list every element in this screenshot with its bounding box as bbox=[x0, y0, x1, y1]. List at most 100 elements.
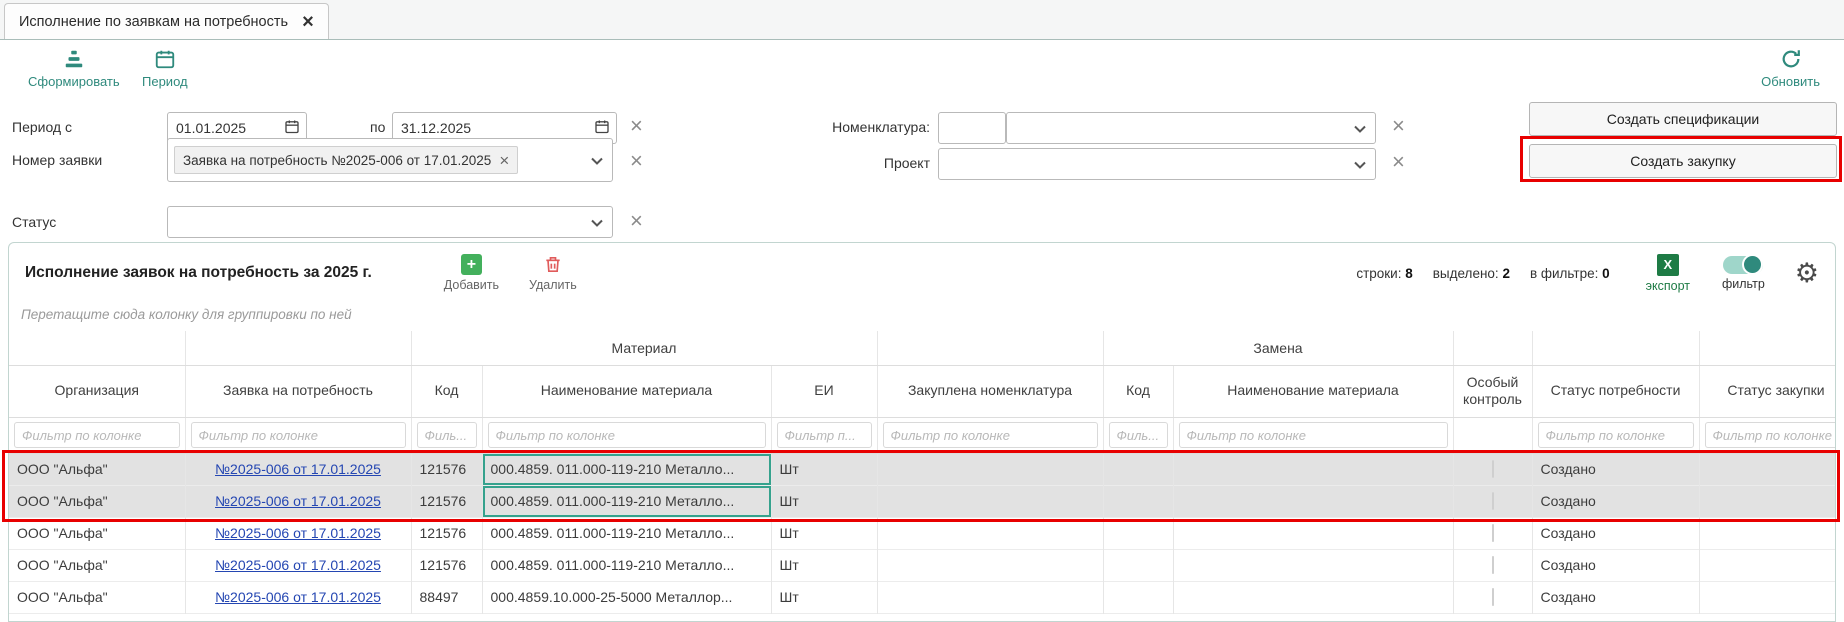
cell-special-control[interactable] bbox=[1453, 549, 1532, 581]
cell-code[interactable]: 121576 bbox=[411, 517, 482, 549]
cell-organization[interactable]: ООО "Альфа" bbox=[9, 549, 185, 581]
cell-purchase-status[interactable] bbox=[1699, 581, 1836, 613]
toggle-on-icon[interactable] bbox=[1723, 256, 1763, 274]
table-row[interactable]: ООО "Альфа" №2025-006 от 17.01.2025 1215… bbox=[9, 517, 1836, 549]
create-purchase-button[interactable]: Создать закупку bbox=[1529, 144, 1837, 178]
cell-request[interactable]: №2025-006 от 17.01.2025 bbox=[185, 581, 411, 613]
cell-organization[interactable]: ООО "Альфа" bbox=[9, 581, 185, 613]
cell-need-status[interactable]: Создано bbox=[1532, 517, 1699, 549]
cell-replacement-code[interactable] bbox=[1103, 549, 1173, 581]
cell-replacement-code[interactable] bbox=[1103, 517, 1173, 549]
chevron-down-icon[interactable] bbox=[1354, 120, 1366, 136]
cell-request[interactable]: №2025-006 от 17.01.2025 bbox=[185, 517, 411, 549]
clear-status-icon[interactable]: × bbox=[630, 210, 643, 232]
cell-need-status[interactable]: Создано bbox=[1532, 453, 1699, 485]
col-header-replacement-material[interactable]: Наименование материала bbox=[1173, 365, 1453, 417]
table-row[interactable]: ООО "Альфа" №2025-006 от 17.01.2025 1215… bbox=[9, 485, 1836, 517]
column-filter-input[interactable] bbox=[883, 422, 1098, 448]
filter-toggle[interactable]: фильтр bbox=[1722, 256, 1765, 291]
col-header-replacement-code[interactable]: Код bbox=[1103, 365, 1173, 417]
special-control-checkbox[interactable] bbox=[1492, 492, 1494, 510]
table-row[interactable]: ООО "Альфа" №2025-006 от 17.01.2025 1215… bbox=[9, 453, 1836, 485]
tab-execution-requests[interactable]: Исполнение по заявкам на потребность × bbox=[4, 3, 329, 39]
column-filter-input[interactable] bbox=[191, 422, 406, 448]
cell-special-control[interactable] bbox=[1453, 453, 1532, 485]
export-excel-button[interactable]: X экспорт bbox=[1646, 254, 1690, 293]
cell-material-name[interactable]: 000.4859. 011.000-119-210 Металло... bbox=[482, 549, 771, 581]
refresh-button[interactable]: Обновить bbox=[1761, 48, 1820, 89]
cell-purchased[interactable] bbox=[877, 517, 1103, 549]
special-control-checkbox[interactable] bbox=[1492, 588, 1494, 606]
column-filter-input[interactable] bbox=[1179, 422, 1448, 448]
clear-project-icon[interactable]: × bbox=[1392, 151, 1405, 173]
cell-code[interactable]: 121576 bbox=[411, 549, 482, 581]
cell-purchased[interactable] bbox=[877, 485, 1103, 517]
cell-unit[interactable]: Шт bbox=[771, 485, 877, 517]
cell-replacement-code[interactable] bbox=[1103, 485, 1173, 517]
period-button[interactable]: Период bbox=[142, 48, 188, 89]
col-header-special-control[interactable]: Особый контроль bbox=[1453, 365, 1532, 417]
column-filter-input[interactable] bbox=[777, 422, 872, 448]
cell-request[interactable]: №2025-006 от 17.01.2025 bbox=[185, 549, 411, 581]
column-filter-input[interactable] bbox=[488, 422, 766, 448]
cell-organization[interactable]: ООО "Альфа" bbox=[9, 485, 185, 517]
col-header-purchased[interactable]: Закуплена номенклатура bbox=[877, 365, 1103, 417]
chevron-down-icon[interactable] bbox=[591, 214, 603, 230]
table-row[interactable]: ООО "Альфа" №2025-006 от 17.01.2025 1215… bbox=[9, 549, 1836, 581]
cell-replacement-material[interactable] bbox=[1173, 453, 1453, 485]
gear-icon[interactable]: ⚙ bbox=[1795, 260, 1819, 287]
cell-material-name[interactable]: 000.4859. 011.000-119-210 Металло... bbox=[482, 453, 771, 485]
add-row-button[interactable]: + Добавить bbox=[444, 254, 499, 292]
table-row[interactable]: ООО "Альфа" №2025-006 от 17.01.2025 8849… bbox=[9, 581, 1836, 613]
cell-need-status[interactable]: Создано bbox=[1532, 485, 1699, 517]
tab-close-icon[interactable]: × bbox=[302, 12, 314, 32]
generate-button[interactable]: Сформировать bbox=[28, 48, 120, 89]
cell-purchased[interactable] bbox=[877, 453, 1103, 485]
column-filter-input[interactable] bbox=[1109, 422, 1168, 448]
cell-request[interactable]: №2025-006 от 17.01.2025 bbox=[185, 485, 411, 517]
cell-purchase-status[interactable] bbox=[1699, 485, 1836, 517]
special-control-checkbox[interactable] bbox=[1492, 556, 1494, 574]
cell-replacement-material[interactable] bbox=[1173, 485, 1453, 517]
calendar-icon[interactable] bbox=[594, 119, 610, 138]
cell-unit[interactable]: Шт bbox=[771, 517, 877, 549]
request-link[interactable]: №2025-006 от 17.01.2025 bbox=[215, 461, 381, 477]
cell-code[interactable]: 88497 bbox=[411, 581, 482, 613]
special-control-checkbox[interactable] bbox=[1492, 460, 1494, 478]
cell-replacement-material[interactable] bbox=[1173, 581, 1453, 613]
request-chip[interactable]: Заявка на потребность №2025-006 от 17.01… bbox=[174, 146, 518, 174]
col-header-unit[interactable]: ЕИ bbox=[771, 365, 877, 417]
col-header-request[interactable]: Заявка на потребность bbox=[185, 365, 411, 417]
cell-replacement-code[interactable] bbox=[1103, 453, 1173, 485]
request-link[interactable]: №2025-006 от 17.01.2025 bbox=[215, 557, 381, 573]
nomenclature-select[interactable] bbox=[1006, 112, 1376, 144]
cell-material-name[interactable]: 000.4859.10.000-25-5000 Металлор... bbox=[482, 581, 771, 613]
cell-code[interactable]: 121576 bbox=[411, 453, 482, 485]
cell-material-name[interactable]: 000.4859. 011.000-119-210 Металло... bbox=[482, 517, 771, 549]
cell-code[interactable]: 121576 bbox=[411, 485, 482, 517]
request-link[interactable]: №2025-006 от 17.01.2025 bbox=[215, 525, 381, 541]
nomenclature-code-field[interactable] bbox=[938, 112, 1006, 144]
clear-period-icon[interactable]: × bbox=[630, 115, 643, 137]
cell-purchase-status[interactable] bbox=[1699, 517, 1836, 549]
cell-replacement-material[interactable] bbox=[1173, 517, 1453, 549]
clear-request-icon[interactable]: × bbox=[630, 150, 643, 172]
cell-material-name[interactable]: 000.4859. 011.000-119-210 Металло... bbox=[482, 485, 771, 517]
cell-special-control[interactable] bbox=[1453, 581, 1532, 613]
cell-purchase-status[interactable] bbox=[1699, 549, 1836, 581]
cell-need-status[interactable]: Создано bbox=[1532, 581, 1699, 613]
col-header-need-status[interactable]: Статус потребности bbox=[1532, 365, 1699, 417]
request-link[interactable]: №2025-006 от 17.01.2025 bbox=[215, 493, 381, 509]
cell-unit[interactable]: Шт bbox=[771, 453, 877, 485]
cell-request[interactable]: №2025-006 от 17.01.2025 bbox=[185, 453, 411, 485]
chevron-down-icon[interactable] bbox=[591, 152, 603, 168]
col-header-organization[interactable]: Организация bbox=[9, 365, 185, 417]
column-filter-input[interactable] bbox=[417, 422, 477, 448]
create-specifications-button[interactable]: Создать спецификации bbox=[1529, 102, 1837, 136]
cell-purchased[interactable] bbox=[877, 581, 1103, 613]
cell-replacement-code[interactable] bbox=[1103, 581, 1173, 613]
column-filter-input[interactable] bbox=[14, 422, 180, 448]
cell-replacement-material[interactable] bbox=[1173, 549, 1453, 581]
cell-special-control[interactable] bbox=[1453, 485, 1532, 517]
col-header-code[interactable]: Код bbox=[411, 365, 482, 417]
